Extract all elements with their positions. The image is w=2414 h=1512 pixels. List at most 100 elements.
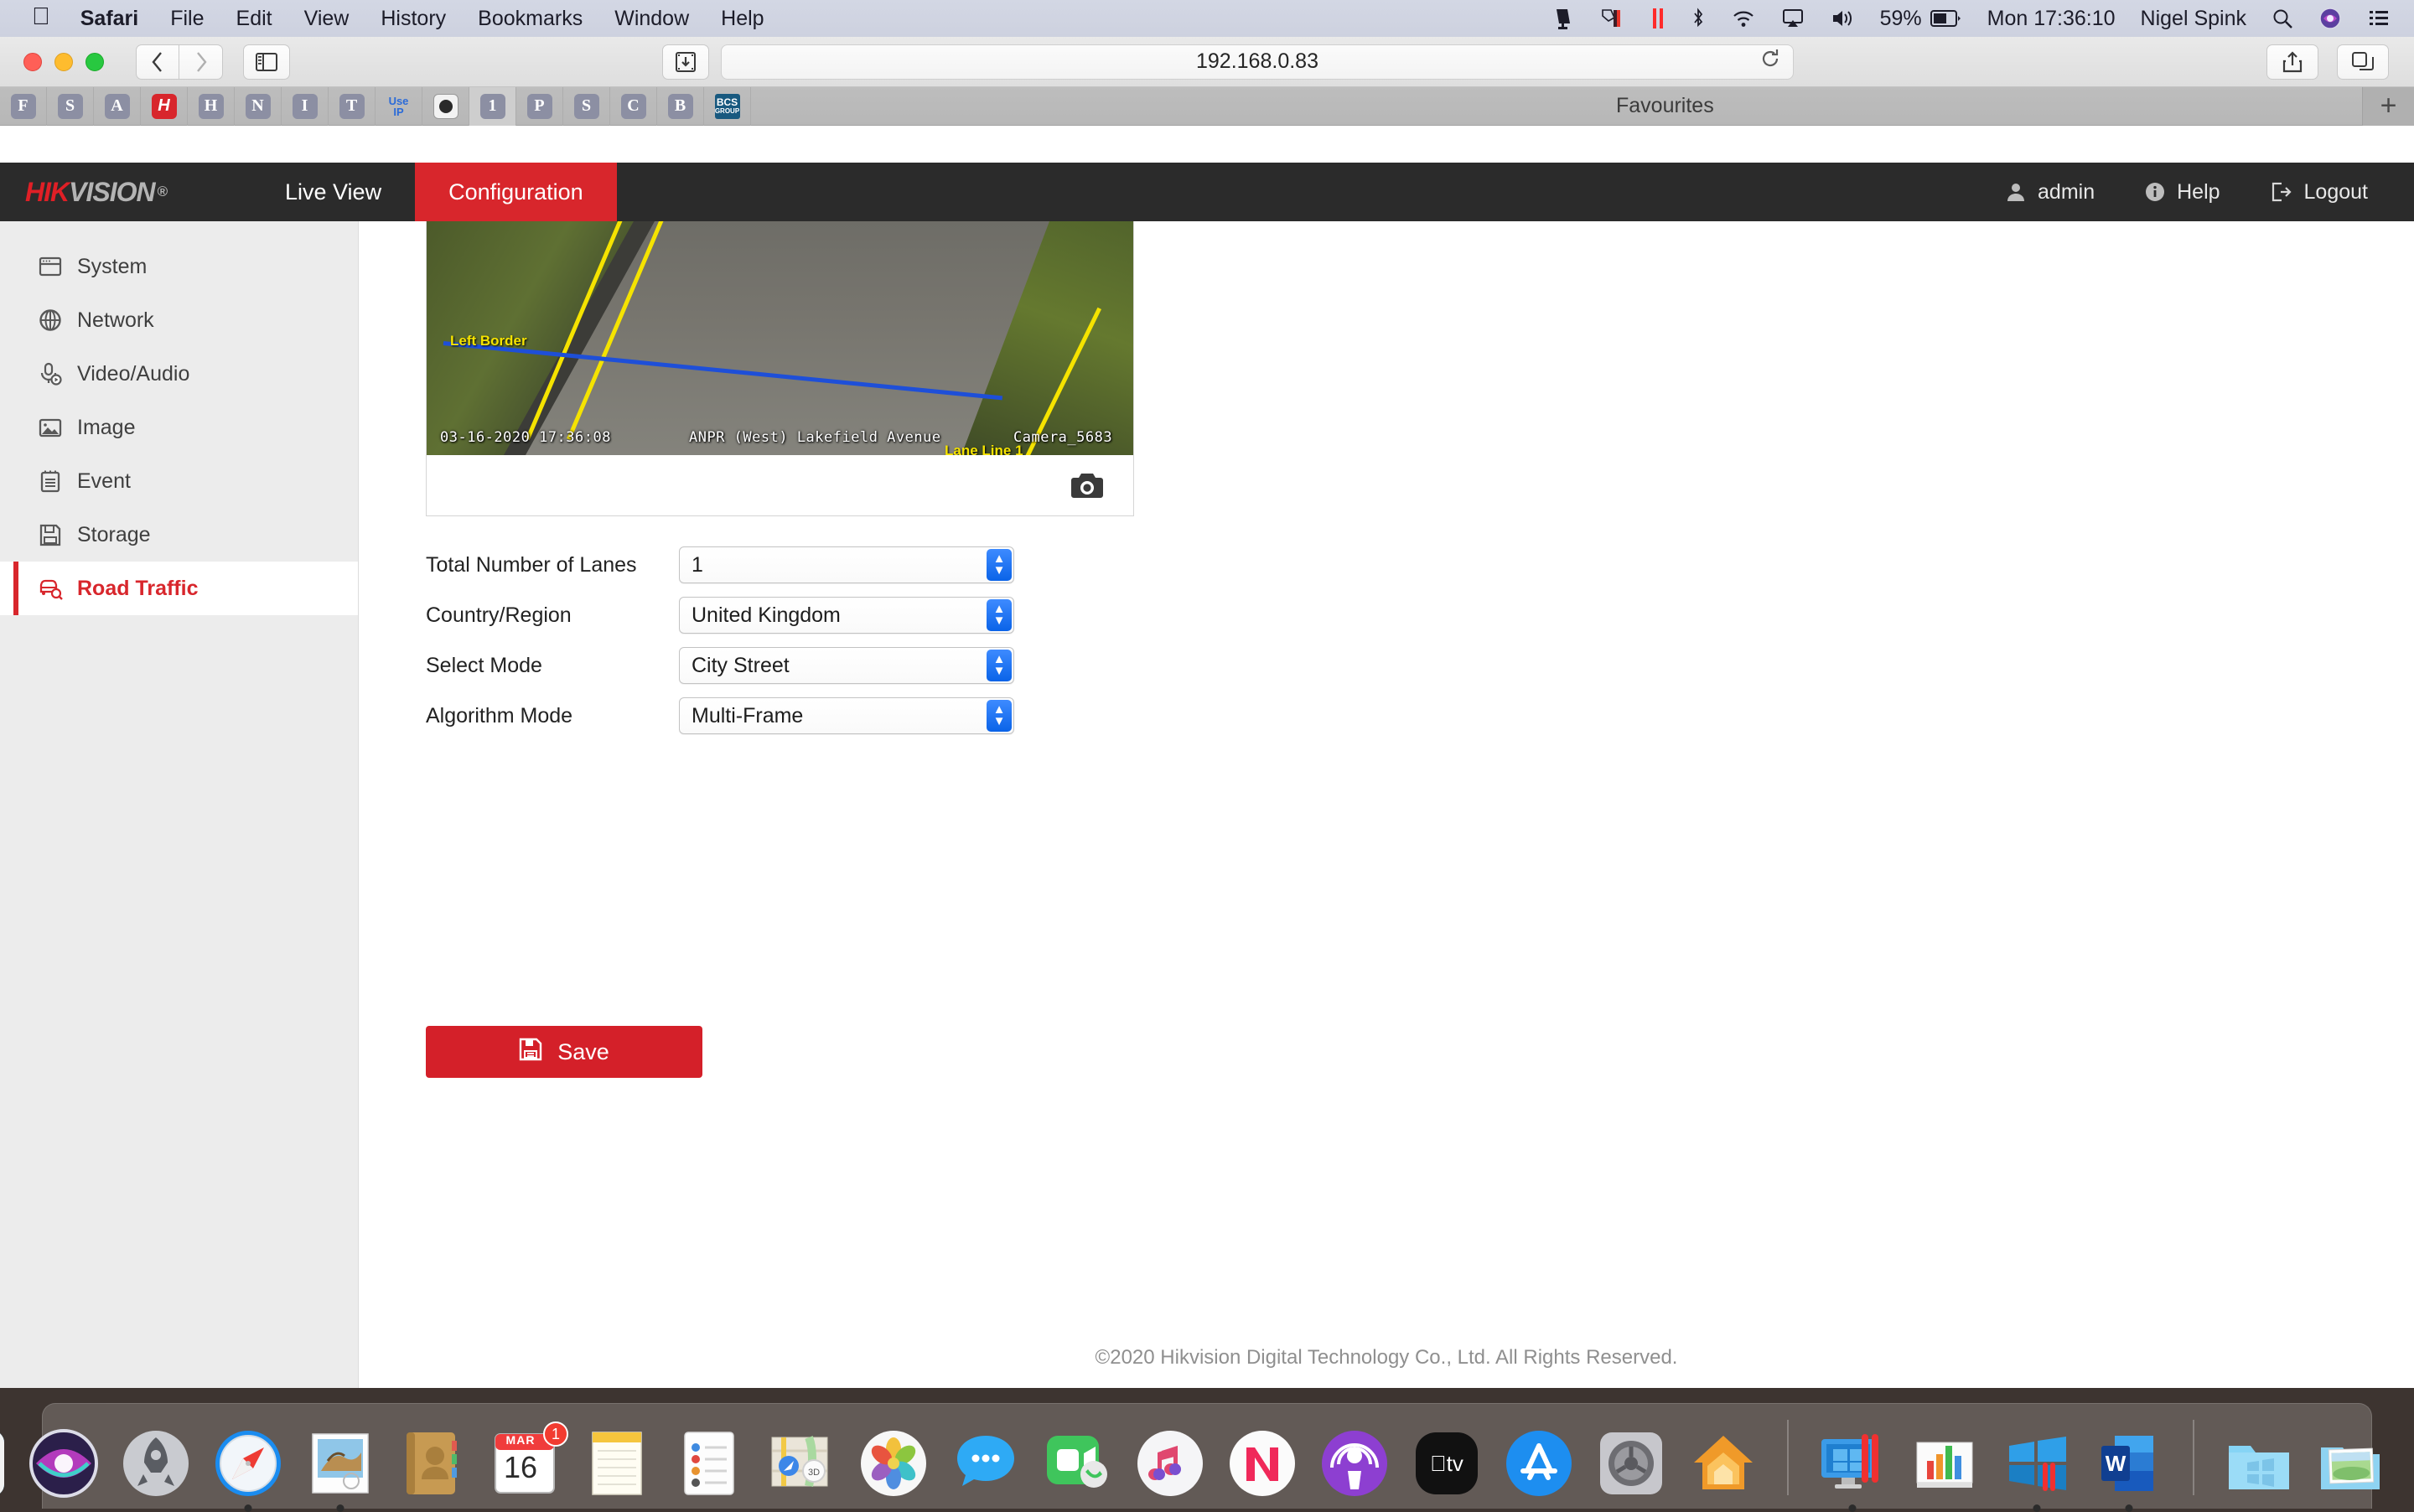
sidebar-item-network[interactable]: Network bbox=[0, 293, 358, 347]
bluetooth-icon[interactable] bbox=[1691, 7, 1706, 30]
downloads-button[interactable] bbox=[662, 44, 709, 80]
apple-logo-icon[interactable]:  bbox=[32, 5, 50, 29]
dock-item-messages[interactable] bbox=[945, 1423, 1026, 1504]
bookmark-h[interactable]: H bbox=[188, 87, 235, 126]
dock-item-siri[interactable] bbox=[23, 1423, 104, 1504]
screen-sharing-icon[interactable] bbox=[1551, 7, 1575, 30]
dock-item-pictures-folder[interactable] bbox=[2310, 1423, 2391, 1504]
wifi-icon[interactable] bbox=[1731, 7, 1756, 30]
dock-item-windows-folder[interactable] bbox=[2218, 1423, 2298, 1504]
select-algorithm-mode[interactable]: Multi-Frame ▲▼ bbox=[679, 697, 1014, 734]
menu-item-view[interactable]: View bbox=[304, 7, 350, 31]
bookmark-s1[interactable]: S bbox=[47, 87, 94, 126]
select-total-number-of-lanes[interactable]: 1 ▲▼ bbox=[679, 546, 1014, 583]
menu-item-safari[interactable]: Safari bbox=[80, 7, 138, 31]
minimize-button[interactable] bbox=[54, 53, 73, 71]
dock-item-parallels-desktop[interactable] bbox=[1812, 1423, 1893, 1504]
menu-item-file[interactable]: File bbox=[170, 7, 204, 31]
dock-item-trash[interactable] bbox=[2402, 1423, 2414, 1504]
dock-item-calendar[interactable]: MAR 16 1 bbox=[484, 1423, 565, 1504]
dock-item-system-preferences[interactable] bbox=[1591, 1423, 1671, 1504]
bookmark-a[interactable]: A bbox=[94, 87, 141, 126]
siri-icon[interactable] bbox=[2318, 7, 2342, 30]
dock-item-apple-tv[interactable]: tv bbox=[1406, 1423, 1487, 1504]
dropbox-icon[interactable] bbox=[1600, 7, 1625, 30]
bookmark-s2[interactable]: S bbox=[563, 87, 610, 126]
dock-item-app-store[interactable] bbox=[1499, 1423, 1579, 1504]
camera-icon[interactable] bbox=[1070, 471, 1105, 500]
dock-item-mail[interactable] bbox=[300, 1423, 381, 1504]
volume-icon[interactable] bbox=[1830, 7, 1855, 30]
sidebar-item-event[interactable]: Event bbox=[0, 454, 358, 508]
dock-item-news[interactable] bbox=[1222, 1423, 1303, 1504]
airplay-icon[interactable] bbox=[1781, 7, 1805, 30]
dock-item-reminders[interactable] bbox=[669, 1423, 749, 1504]
tab-live-view[interactable]: Live View bbox=[251, 163, 415, 221]
camera-live-preview[interactable]: Left Border Lane Line 1 03-16-2020 17:36… bbox=[427, 221, 1133, 455]
sidebar-item-storage[interactable]: Storage bbox=[0, 508, 358, 562]
dock-item-home[interactable] bbox=[1683, 1423, 1764, 1504]
stepper-arrows-icon[interactable]: ▲▼ bbox=[987, 650, 1012, 681]
tab-configuration[interactable]: Configuration bbox=[415, 163, 617, 221]
bookmark-t[interactable]: T bbox=[329, 87, 376, 126]
bookmark-1[interactable]: 1 bbox=[469, 87, 516, 126]
pause-bars-icon[interactable] bbox=[1650, 7, 1665, 30]
dock-item-facetime[interactable] bbox=[1038, 1423, 1118, 1504]
select-select-mode[interactable]: City Street ▲▼ bbox=[679, 647, 1014, 684]
menu-user-name[interactable]: Nigel Spink bbox=[2141, 7, 2246, 31]
stepper-arrows-icon[interactable]: ▲▼ bbox=[987, 549, 1012, 581]
bookmark-b[interactable]: B bbox=[657, 87, 704, 126]
bookmark-f[interactable]: F bbox=[0, 87, 47, 126]
bookmark-useip[interactable]: UseIP bbox=[376, 87, 422, 126]
spotlight-search-icon[interactable] bbox=[2272, 8, 2293, 29]
bookmark-n[interactable]: N bbox=[235, 87, 282, 126]
menu-item-bookmarks[interactable]: Bookmarks bbox=[478, 7, 583, 31]
dock-item-contacts[interactable] bbox=[392, 1423, 473, 1504]
dock-item-windows-10[interactable] bbox=[1997, 1423, 2077, 1504]
share-button[interactable] bbox=[2266, 44, 2318, 80]
zoom-button[interactable] bbox=[85, 53, 104, 71]
menu-item-edit[interactable]: Edit bbox=[236, 7, 272, 31]
dock-item-launchpad[interactable] bbox=[116, 1423, 196, 1504]
dock-item-photos[interactable] bbox=[853, 1423, 934, 1504]
dock-item-safari[interactable] bbox=[208, 1423, 288, 1504]
dock-item-notes[interactable] bbox=[577, 1423, 657, 1504]
sidebar-toggle-button[interactable] bbox=[243, 44, 290, 80]
dock-item-numbers[interactable] bbox=[1904, 1423, 1985, 1504]
dock-item-maps[interactable]: 3D bbox=[761, 1423, 842, 1504]
sidebar-item-road-traffic[interactable]: Road Traffic bbox=[0, 562, 358, 615]
stepper-arrows-icon[interactable]: ▲▼ bbox=[987, 700, 1012, 732]
bookmark-camera[interactable] bbox=[422, 87, 469, 126]
show-tabs-button[interactable] bbox=[2337, 44, 2389, 80]
dock-item-finder[interactable] bbox=[0, 1423, 12, 1504]
save-button[interactable]: Save bbox=[426, 1026, 702, 1078]
battery-icon[interactable] bbox=[1930, 9, 1962, 28]
new-tab-button[interactable]: + bbox=[2362, 87, 2414, 126]
close-button[interactable] bbox=[23, 53, 42, 71]
dock-item-microsoft-word[interactable]: W bbox=[2089, 1423, 2169, 1504]
select-country-region[interactable]: United Kingdom ▲▼ bbox=[679, 597, 1014, 634]
logout-link[interactable]: Logout bbox=[2271, 180, 2368, 205]
menu-item-history[interactable]: History bbox=[381, 7, 446, 31]
stepper-arrows-icon[interactable]: ▲▼ bbox=[987, 599, 1012, 631]
bookmark-hikvision[interactable]: H bbox=[141, 87, 188, 126]
menu-item-window[interactable]: Window bbox=[614, 7, 689, 31]
menu-clock[interactable]: Mon 17:36:10 bbox=[1987, 7, 2116, 31]
dock-item-itunes[interactable] bbox=[1130, 1423, 1210, 1504]
sidebar-item-video-audio[interactable]: Video/Audio bbox=[0, 347, 358, 401]
dock-item-podcasts[interactable] bbox=[1314, 1423, 1395, 1504]
bookmark-i[interactable]: I bbox=[282, 87, 329, 126]
bookmark-c[interactable]: C bbox=[610, 87, 657, 126]
hikvision-logo[interactable]: HIKVISION® bbox=[0, 163, 251, 221]
help-link[interactable]: Help bbox=[2145, 180, 2220, 205]
forward-button[interactable] bbox=[179, 44, 223, 80]
notification-center-icon[interactable] bbox=[2367, 8, 2391, 28]
sidebar-item-system[interactable]: System bbox=[0, 240, 358, 293]
back-button[interactable] bbox=[136, 44, 179, 80]
bookmark-bcs-group[interactable]: BCSGROUP bbox=[704, 87, 751, 126]
sidebar-item-image[interactable]: Image bbox=[0, 401, 358, 454]
menu-item-help[interactable]: Help bbox=[721, 7, 764, 31]
account-user[interactable]: admin bbox=[2006, 180, 2095, 205]
bookmark-p[interactable]: P bbox=[516, 87, 563, 126]
reload-icon[interactable] bbox=[1759, 48, 1781, 75]
